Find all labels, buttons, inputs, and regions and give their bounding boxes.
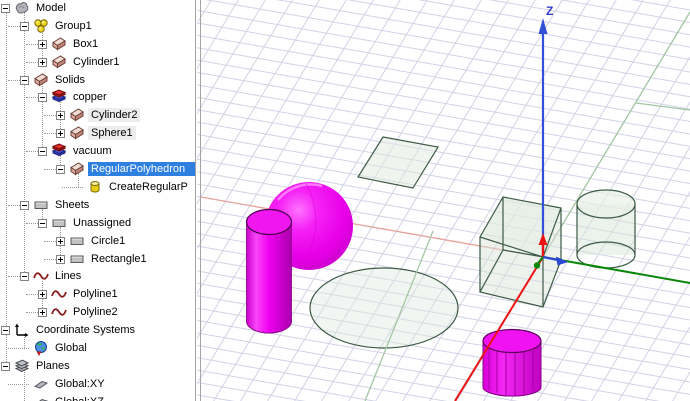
expand-toggle[interactable] — [56, 110, 65, 120]
tree-label[interactable]: CreateRegularP — [106, 180, 191, 194]
sheet-icon — [69, 233, 85, 249]
tree-label[interactable]: Planes — [33, 359, 73, 373]
viewport-3d[interactable]: Z — [196, 0, 690, 401]
sheet-icon — [33, 197, 49, 213]
expand-toggle[interactable] — [20, 271, 29, 281]
z-axis-label: Z — [546, 4, 553, 18]
tree-row-sphere1[interactable]: Sphere1 — [0, 124, 195, 142]
tree-label[interactable]: Cylinder2 — [88, 108, 141, 122]
tree-label[interactable]: Circle1 — [88, 234, 128, 248]
tree-label[interactable]: Solids — [52, 73, 88, 87]
expand-toggle[interactable] — [1, 325, 10, 335]
model-tree-panel[interactable]: Model Group1 Box1 Cylinder1 Solids coppe… — [0, 0, 196, 401]
tree-label[interactable]: Rectangle1 — [88, 252, 150, 266]
tree-row-copper[interactable]: copper — [0, 88, 195, 106]
expand-toggle[interactable] — [20, 75, 29, 85]
expand-toggle[interactable] — [56, 254, 65, 264]
tree-row-polyline1[interactable]: Polyline1 — [0, 285, 195, 303]
tree-label[interactable]: Coordinate Systems — [33, 323, 138, 337]
tree-row-lines[interactable]: Lines — [0, 267, 195, 285]
expand-toggle[interactable] — [38, 57, 47, 67]
expand-toggle[interactable] — [38, 39, 47, 49]
tree-label[interactable]: Sphere1 — [88, 126, 136, 140]
tree-label[interactable]: Model — [33, 1, 69, 15]
expand-toggle[interactable] — [38, 289, 47, 299]
expand-toggle[interactable] — [38, 218, 47, 228]
solid-icon — [69, 125, 85, 141]
tree-label[interactable]: Polyline2 — [70, 305, 121, 319]
tree-label[interactable]: Unassigned — [70, 216, 134, 230]
tree-row-vacuum[interactable]: vacuum — [0, 142, 195, 160]
line-icon — [51, 286, 67, 302]
tree-label[interactable]: vacuum — [70, 144, 115, 158]
tree-row-global-xy[interactable]: Global:XY — [0, 375, 195, 393]
material-icon — [51, 89, 67, 105]
circle1-object[interactable] — [309, 267, 459, 349]
tree-row-solids[interactable]: Solids — [0, 71, 195, 89]
expand-toggle[interactable] — [56, 164, 65, 174]
tree-row-regularpolyhedron[interactable]: RegularPolyhedron — [0, 160, 195, 178]
tree-label[interactable]: copper — [70, 90, 110, 104]
tree-label[interactable]: Polyline1 — [70, 287, 121, 301]
tree-row-coordinate-systems[interactable]: Coordinate Systems — [0, 321, 195, 339]
expand-toggle[interactable] — [1, 3, 10, 13]
axes-icon — [14, 322, 30, 338]
tree-row-group1[interactable]: Group1 — [0, 17, 195, 35]
expand-toggle[interactable] — [20, 21, 29, 31]
solid-icon — [69, 107, 85, 123]
expand-toggle[interactable] — [56, 128, 65, 138]
model-icon — [14, 0, 30, 16]
tree-row-planes[interactable]: Planes — [0, 357, 195, 375]
plane-icon — [33, 376, 49, 392]
line-icon — [33, 268, 49, 284]
solid-icon — [33, 72, 49, 88]
modeler-window: Model Group1 Box1 Cylinder1 Solids coppe… — [0, 0, 690, 401]
globe-icon — [33, 340, 49, 356]
group-icon — [33, 18, 49, 34]
expand-toggle[interactable] — [20, 200, 29, 210]
tree-row-cylinder1[interactable]: Cylinder1 — [0, 53, 195, 71]
tree-row-circle1[interactable]: Circle1 — [0, 232, 195, 250]
command-icon — [87, 179, 103, 195]
expand-toggle[interactable] — [38, 92, 47, 102]
tree-row-polyline2[interactable]: Polyline2 — [0, 303, 195, 321]
tree-row-rectangle1[interactable]: Rectangle1 — [0, 250, 195, 268]
tree-label[interactable]: Group1 — [52, 19, 95, 33]
tree-label[interactable]: Global:XZ — [52, 395, 107, 401]
tree-row-box1[interactable]: Box1 — [0, 35, 195, 53]
tree-label[interactable]: Global — [52, 341, 90, 355]
expand-toggle[interactable] — [38, 307, 47, 317]
tree-label-selected[interactable]: RegularPolyhedron — [88, 162, 195, 176]
planes-icon — [14, 358, 30, 374]
tree-row-createregularp[interactable]: CreateRegularP — [0, 178, 195, 196]
tree-row-global-xz[interactable]: Global:XZ — [0, 393, 195, 401]
cylinder2-object[interactable] — [245, 208, 293, 334]
material-icon — [51, 143, 67, 159]
solid-icon — [51, 36, 67, 52]
tree-label[interactable]: Cylinder1 — [70, 55, 122, 69]
tree-row-unassigned[interactable]: Unassigned — [0, 214, 195, 232]
solid-icon — [51, 54, 67, 70]
expand-toggle[interactable] — [56, 236, 65, 246]
expand-toggle[interactable] — [1, 361, 10, 371]
tree-row-model[interactable]: Model — [0, 0, 195, 17]
tree-row-cylinder2[interactable]: Cylinder2 — [0, 106, 195, 124]
sheet-icon — [51, 215, 67, 231]
tree-label[interactable]: Box1 — [70, 37, 101, 51]
tree-label[interactable]: Sheets — [52, 198, 92, 212]
tree-row-global[interactable]: Global — [0, 339, 195, 357]
plane-icon — [33, 394, 49, 401]
line-icon — [51, 304, 67, 320]
tree-label[interactable]: Global:XY — [52, 377, 108, 391]
tree-label[interactable]: Lines — [52, 269, 84, 283]
expand-toggle[interactable] — [38, 146, 47, 156]
solid-icon — [69, 161, 85, 177]
tree-row-sheets[interactable]: Sheets — [0, 196, 195, 214]
sheet-icon — [69, 251, 85, 267]
